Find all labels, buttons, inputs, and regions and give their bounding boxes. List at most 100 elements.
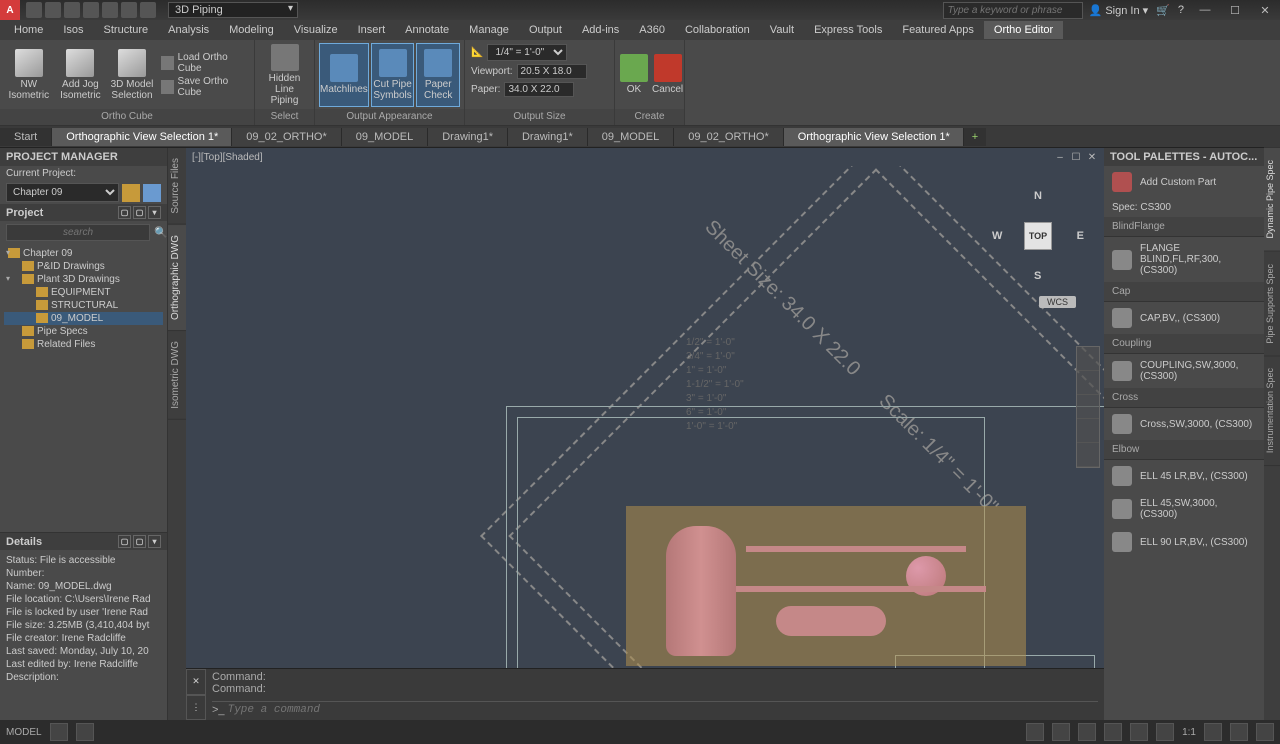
nav-pan-icon[interactable]	[1077, 371, 1099, 395]
ribbon-tab-ortho-editor[interactable]: Ortho Editor	[984, 21, 1063, 39]
tree-node[interactable]: Pipe Specs	[4, 325, 163, 338]
snap-icon[interactable]	[76, 723, 94, 741]
viewport-size-field[interactable]	[517, 64, 587, 79]
palette-item[interactable]: ELL 45 LR,BV,, (CS300)	[1104, 460, 1264, 492]
side-tab[interactable]: Source Files	[168, 148, 186, 225]
viewcube-s[interactable]: S	[1034, 270, 1041, 282]
document-tab[interactable]: Orthographic View Selection 1*	[52, 128, 232, 146]
cmd-handle-icon[interactable]: ⋮	[186, 695, 206, 721]
nav-orbit-icon[interactable]	[1077, 419, 1099, 443]
palette-tab[interactable]: Pipe Supports Spec	[1264, 252, 1280, 357]
project-tree[interactable]: Chapter 09P&ID DrawingsPlant 3D Drawings…	[0, 244, 167, 532]
tree-node[interactable]: STRUCTURAL	[4, 299, 163, 312]
save-orthocube-button[interactable]: Save Ortho Cube	[161, 76, 248, 98]
qat-redo-icon[interactable]	[140, 2, 156, 18]
viewport-close-icon[interactable]: ✕	[1086, 152, 1098, 163]
details-toggle-icon[interactable]: ▾	[148, 535, 161, 548]
ribbon-tab-collaboration[interactable]: Collaboration	[675, 21, 760, 39]
paper-size-field[interactable]	[504, 82, 574, 97]
exchange-icon[interactable]: 🛒	[1156, 4, 1170, 17]
search-icon[interactable]: 🔍	[154, 226, 168, 239]
qat-open-icon[interactable]	[45, 2, 61, 18]
navigation-bar[interactable]	[1076, 346, 1100, 468]
ribbon-tab-vault[interactable]: Vault	[760, 21, 804, 39]
project-tab[interactable]: Project	[6, 207, 43, 219]
ribbon-tab-structure[interactable]: Structure	[94, 21, 159, 39]
annotation-scale[interactable]: 1:1	[1182, 727, 1196, 738]
document-tab[interactable]: Orthographic View Selection 1*	[784, 128, 964, 146]
qat-undo-icon[interactable]	[121, 2, 137, 18]
qat-plot-icon[interactable]	[102, 2, 118, 18]
palette-item[interactable]: COUPLING,SW,3000,(CS300)	[1104, 354, 1264, 388]
status-icon[interactable]	[1230, 723, 1248, 741]
workspace-dropdown[interactable]: 3D Piping	[168, 2, 298, 18]
nav-wheel-icon[interactable]	[1077, 347, 1099, 371]
status-icon[interactable]	[1156, 723, 1174, 741]
palette-item[interactable]: Cross,SW,3000, (CS300)	[1104, 408, 1264, 440]
drawing-viewport[interactable]: Sheet Size: 34.0 X 22.0 Scale: 1/4" = 1'…	[186, 166, 1104, 668]
status-icon[interactable]	[1052, 723, 1070, 741]
cmd-close-icon[interactable]: ✕	[186, 669, 206, 695]
signin-button[interactable]: 👤 Sign In ▾	[1089, 4, 1149, 17]
model-space-button[interactable]: MODEL	[6, 727, 42, 738]
add-jog-button[interactable]: Add Jog Isometric	[56, 43, 106, 107]
tree-expand-icon[interactable]: ▢	[118, 206, 131, 219]
viewport-label[interactable]: [-][Top][Shaded]	[192, 152, 263, 163]
current-project-dropdown[interactable]: Chapter 09	[6, 183, 119, 202]
cancel-button[interactable]: Cancel	[651, 43, 684, 107]
ribbon-tab-isos[interactable]: Isos	[53, 21, 93, 39]
viewcube[interactable]: N S W E TOP	[988, 186, 1088, 286]
document-tab[interactable]: Drawing1*	[428, 128, 508, 146]
ribbon-tab-visualize[interactable]: Visualize	[284, 21, 348, 39]
qat-save-icon[interactable]	[64, 2, 80, 18]
ribbon-tab-modeling[interactable]: Modeling	[219, 21, 284, 39]
details-view-icon[interactable]: ▢	[133, 535, 146, 548]
refresh-icon[interactable]	[143, 184, 161, 202]
minimize-icon[interactable]: —	[1190, 0, 1220, 20]
add-custom-part-button[interactable]: Add Custom Part	[1104, 166, 1264, 198]
tree-node[interactable]: P&ID Drawings	[4, 260, 163, 273]
ribbon-tab-insert[interactable]: Insert	[348, 21, 396, 39]
tree-toggle-icon[interactable]: ▾	[148, 206, 161, 219]
viewcube-e[interactable]: E	[1077, 230, 1084, 242]
document-tab[interactable]: 09_02_ORTHO*	[674, 128, 784, 146]
status-icon[interactable]	[1078, 723, 1096, 741]
palette-item[interactable]: ELL 45,SW,3000, (CS300)	[1104, 492, 1264, 526]
ribbon-tab-featured-apps[interactable]: Featured Apps	[892, 21, 984, 39]
details-view-icon[interactable]: ▢	[118, 535, 131, 548]
palette-item[interactable]: ELL 90 LR,BV,, (CS300)	[1104, 526, 1264, 558]
palette-tab[interactable]: Dynamic Pipe Spec	[1264, 148, 1280, 252]
app-icon[interactable]: A	[0, 0, 20, 20]
qat-saveas-icon[interactable]	[83, 2, 99, 18]
nw-isometric-button[interactable]: NW Isometric	[4, 43, 54, 107]
document-tab[interactable]: Drawing1*	[508, 128, 588, 146]
close-icon[interactable]: ✕	[1250, 0, 1280, 20]
viewcube-n[interactable]: N	[1034, 190, 1042, 202]
ribbon-tab-annotate[interactable]: Annotate	[395, 21, 459, 39]
ok-button[interactable]: OK	[619, 43, 649, 107]
start-tab[interactable]: Start	[0, 128, 52, 146]
viewport-maximize-icon[interactable]: ☐	[1070, 152, 1082, 163]
nav-zoom-icon[interactable]	[1077, 395, 1099, 419]
infocenter-search[interactable]	[943, 2, 1083, 19]
tree-node[interactable]: EQUIPMENT	[4, 286, 163, 299]
viewcube-w[interactable]: W	[992, 230, 1002, 242]
matchlines-button[interactable]: Matchlines	[319, 43, 369, 107]
palette-item[interactable]: CAP,BV,, (CS300)	[1104, 302, 1264, 334]
scale-dropdown[interactable]: 1/4" = 1'-0"	[487, 44, 567, 61]
tree-node[interactable]: Plant 3D Drawings	[4, 273, 163, 286]
viewport-minimize-icon[interactable]: –	[1054, 152, 1066, 163]
document-tab[interactable]: 09_MODEL	[588, 128, 674, 146]
folder-icon[interactable]	[122, 184, 140, 202]
tree-node[interactable]: Chapter 09	[4, 247, 163, 260]
ribbon-tab-add-ins[interactable]: Add-ins	[572, 21, 629, 39]
side-tab[interactable]: Orthographic DWG	[168, 225, 186, 331]
side-tab[interactable]: Isometric DWG	[168, 331, 186, 420]
papercheck-button[interactable]: Paper Check	[416, 43, 460, 107]
cutpipe-button[interactable]: Cut Pipe Symbols	[371, 43, 415, 107]
tree-node[interactable]: Related Files	[4, 338, 163, 351]
tree-collapse-icon[interactable]: ▢	[133, 206, 146, 219]
hidden-line-button[interactable]: Hidden Line Piping	[259, 43, 310, 107]
help-icon[interactable]: ?	[1178, 4, 1184, 16]
clean-screen-icon[interactable]	[1256, 723, 1274, 741]
